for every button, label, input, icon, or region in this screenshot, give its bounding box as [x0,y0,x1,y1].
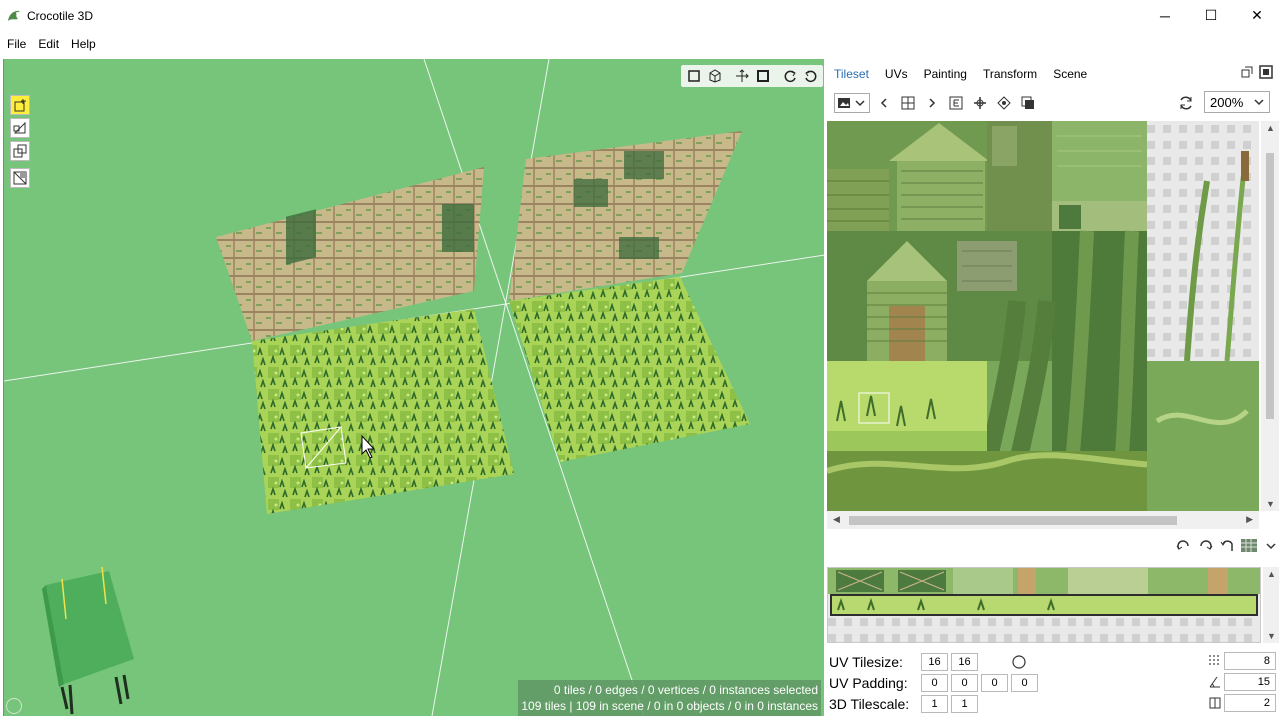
crosshair-icon[interactable] [970,93,990,113]
uv-padding-left[interactable]: 0 [1011,673,1038,692]
uv-padding-row: UV Padding: 0 0 0 0 [829,673,1041,692]
tab-transform[interactable]: Transform [975,61,1045,87]
3d-viewport[interactable]: 0 tiles / 0 edges / 0 vertices / 0 insta… [3,59,824,716]
horizontal-scroll-thumb[interactable] [849,516,1177,525]
close-button[interactable]: ✕ [1234,0,1280,31]
uv-mode-button[interactable] [10,168,30,188]
crocotile-logo-icon [5,7,23,25]
vertical-scroll-thumb[interactable] [1266,153,1274,419]
tileset-grid-icon[interactable] [898,93,918,113]
scroll-left-icon: ◀ [833,514,840,524]
panel-tabs: Tileset UVs Painting Transform Scene [826,59,1280,87]
tileset-vertical-scrollbar[interactable]: ▲ ▼ [1261,121,1279,511]
menu-file[interactable]: File [2,37,31,51]
object-mode-button[interactable] [10,141,30,161]
selection-status: 0 tiles / 0 edges / 0 vertices / 0 insta… [518,680,821,716]
tilescale-row: 3D Tilescale: 1 1 [829,694,981,713]
tilescale-x[interactable]: 1 [921,694,948,713]
uv-tilesize-height[interactable]: 16 [951,652,978,671]
uv-padding-top[interactable]: 0 [921,673,948,692]
tilescale-label: 3D Tilescale: [829,695,910,712]
square-select-icon[interactable] [684,67,703,86]
tile-floor-left[interactable] [252,309,514,514]
book-icon [1208,696,1222,710]
angle-icon [1208,675,1222,689]
strip-scrollbar[interactable]: ▲ ▼ [1263,567,1279,643]
uv-padding-label: UV Padding: [829,674,908,691]
prev-tileset-icon[interactable] [874,93,894,113]
corner-handle-icon[interactable] [6,698,22,714]
scene-canvas[interactable] [4,59,824,716]
uv-tilesize-label: UV Tilesize: [829,653,903,670]
rotate-tile-ccw-icon[interactable] [1174,536,1193,555]
menu-edit[interactable]: Edit [33,37,64,51]
tileset-horizontal-scrollbar[interactable]: ◀ ▶ [827,511,1259,529]
scroll-up-icon: ▲ [1266,123,1275,133]
scroll-down-icon: ▼ [1267,631,1276,641]
tab-tileset[interactable]: Tileset [826,61,877,87]
next-tileset-icon[interactable] [922,93,942,113]
rotate-left-icon[interactable] [780,67,799,86]
cube-view-icon[interactable] [705,67,724,86]
grid-dots-icon [1208,654,1222,668]
title-bar: Crocotile 3D ─ ☐ ✕ [0,0,1280,31]
draw-tile-mode-button[interactable] [10,95,30,115]
mode-toolbar [10,95,30,188]
uv-tilesize-width[interactable]: 16 [921,652,948,671]
scroll-down-icon: ▼ [1266,499,1275,509]
zoom-value: 200% [1210,94,1244,110]
grid-subdivision-field[interactable]: 8 [1224,652,1276,670]
angle-snap-field[interactable]: 15 [1224,673,1276,691]
zoom-select[interactable]: 200% [1204,91,1270,113]
chevron-down-icon [1254,99,1264,106]
rotate-tile-cw-icon[interactable] [1196,536,1215,555]
uv-tilesize-row: UV Tilesize: 16 16 [829,652,1029,671]
minimize-button[interactable]: ─ [1142,0,1188,31]
panel-undock-icon[interactable] [1239,64,1255,80]
tab-painting[interactable]: Painting [916,61,975,87]
uv-padding-bottom[interactable]: 0 [981,673,1008,692]
window-title: Crocotile 3D [27,8,94,23]
maximize-button[interactable]: ☐ [1188,0,1234,31]
grid-display-dropdown[interactable] [1240,536,1276,555]
status-selected: 0 tiles / 0 edges / 0 vertices / 0 insta… [553,683,818,697]
edit-tileset-icon[interactable] [946,93,966,113]
flip-tile-icon[interactable] [1218,536,1237,555]
panel-maximize-icon[interactable] [1258,64,1274,80]
chevron-down-icon [1266,542,1276,549]
tab-scene[interactable]: Scene [1045,61,1095,87]
move-gizmo-icon[interactable] [732,67,751,86]
refresh-tileset-icon[interactable] [1176,93,1196,113]
side-panel: Tileset UVs Painting Transform Scene 200… [826,59,1280,720]
menu-help[interactable]: Help [66,37,101,51]
vertex-mode-button[interactable] [10,118,30,138]
circle-toggle-icon[interactable] [1009,654,1029,670]
tile-floor-right[interactable] [509,277,750,462]
menu-bar: File Edit Help [0,31,1280,57]
rotate-right-icon[interactable] [801,67,820,86]
image-select-dropdown[interactable] [834,93,870,113]
recent-tiles-strip[interactable] [827,567,1261,643]
uv-padding-right[interactable]: 0 [951,673,978,692]
scroll-right-icon: ▶ [1246,514,1253,524]
fill-square-icon[interactable] [753,67,772,86]
brush-toolbar [1174,536,1276,555]
layer-count-field[interactable]: 2 [1224,694,1276,712]
tab-uvs[interactable]: UVs [877,61,916,87]
diamond-tool-icon[interactable] [994,93,1014,113]
scroll-up-icon: ▲ [1267,569,1276,579]
tilescale-y[interactable]: 1 [951,694,978,713]
layers-icon[interactable] [1018,93,1038,113]
viewport-toolbar [681,65,823,87]
tileset-image[interactable] [827,121,1259,511]
status-scene-counts: 109 tiles | 109 in scene / 0 in 0 object… [521,699,818,713]
